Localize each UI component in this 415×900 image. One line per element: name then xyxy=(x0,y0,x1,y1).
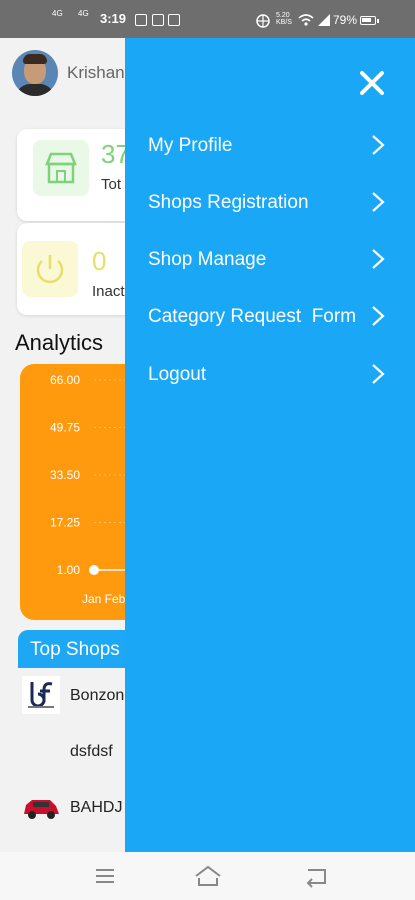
shop-row[interactable]: dsfdsf xyxy=(18,724,138,780)
notification-icon xyxy=(135,14,147,26)
notification-icon xyxy=(168,14,180,26)
menu-item-label: Shops Registration xyxy=(148,192,309,213)
data-point xyxy=(89,565,99,575)
shop-row[interactable]: BAHDJ xyxy=(18,780,138,836)
notification-icon xyxy=(152,14,164,26)
chevron-right-icon xyxy=(372,192,385,212)
power-icon xyxy=(22,241,78,297)
chart-svg: 66.00 49.75 33.50 17.25 1.00 Jan Feb xyxy=(50,373,140,606)
signal-bars-icon xyxy=(318,14,330,26)
menu-item-category-request-form[interactable]: Category Request Form xyxy=(125,294,415,340)
status-time: 3:19 xyxy=(100,11,127,26)
chevron-right-icon xyxy=(372,364,385,384)
total-shops-label: Tot xyxy=(101,176,122,193)
inactive-shops-card[interactable]: 0 Inact xyxy=(17,223,137,315)
chevron-right-icon xyxy=(372,135,385,155)
analytics-chart: 66.00 49.75 33.50 17.25 1.00 Jan Feb xyxy=(20,364,140,620)
username: Krishan xyxy=(67,63,125,82)
hotspot-icon xyxy=(256,14,270,28)
avatar[interactable] xyxy=(12,50,58,96)
inactive-shops-label: Inact xyxy=(92,283,125,300)
top-shops-header[interactable]: Top Shops xyxy=(18,630,138,668)
car-icon xyxy=(22,788,60,826)
net-speed: 5.20 KB/S xyxy=(276,12,292,26)
back-icon[interactable] xyxy=(303,864,331,888)
menu-item-my-profile[interactable]: My Profile xyxy=(125,123,415,169)
navigation-drawer: My Profile Shops Registration Shop Manag… xyxy=(125,38,415,852)
y-tick-label: 17.25 xyxy=(50,516,80,530)
status-bar: 4G 4G 3:19 5.20 KB/S 79% xyxy=(0,0,415,38)
menu-item-label: Logout xyxy=(148,364,207,385)
close-icon[interactable] xyxy=(357,68,387,98)
y-tick-label: 66.00 xyxy=(50,373,80,387)
shop-row[interactable]: Bonzon xyxy=(18,668,138,724)
menu-item-label: My Profile xyxy=(148,135,233,156)
menu-icon[interactable] xyxy=(92,864,120,888)
inactive-shops-value: 0 xyxy=(92,246,107,276)
y-tick-label: 49.75 xyxy=(50,421,80,435)
battery-percent: 79% xyxy=(333,13,358,27)
home-icon[interactable] xyxy=(194,864,222,888)
chevron-right-icon xyxy=(372,306,385,326)
system-nav-bar xyxy=(0,852,415,900)
y-tick-label: 1.00 xyxy=(57,563,81,577)
menu-item-shops-registration[interactable]: Shops Registration xyxy=(125,180,415,226)
y-tick-label: 33.50 xyxy=(50,468,80,482)
battery-icon xyxy=(360,16,379,25)
menu-item-label: Category Request Form xyxy=(148,306,357,327)
wifi-icon xyxy=(298,14,314,26)
shop-name: dsfdsf xyxy=(70,743,113,760)
menu-item-logout[interactable]: Logout xyxy=(125,352,415,398)
analytics-title: Analytics xyxy=(15,330,104,355)
bf-logo-icon xyxy=(22,676,60,714)
signal-1-indicator: 4G xyxy=(52,9,63,18)
chevron-right-icon xyxy=(372,249,385,269)
signal-2-indicator: 4G xyxy=(78,9,89,18)
menu-item-label: Shop Manage xyxy=(148,249,267,270)
shop-name: Bonzon xyxy=(70,687,125,704)
total-shops-card[interactable]: 37 Tot xyxy=(17,129,137,221)
store-icon xyxy=(33,140,89,196)
x-tick-label: Jan Feb xyxy=(82,592,126,606)
shop-name: BAHDJ xyxy=(70,799,123,816)
menu-item-shop-manage[interactable]: Shop Manage xyxy=(125,237,415,283)
